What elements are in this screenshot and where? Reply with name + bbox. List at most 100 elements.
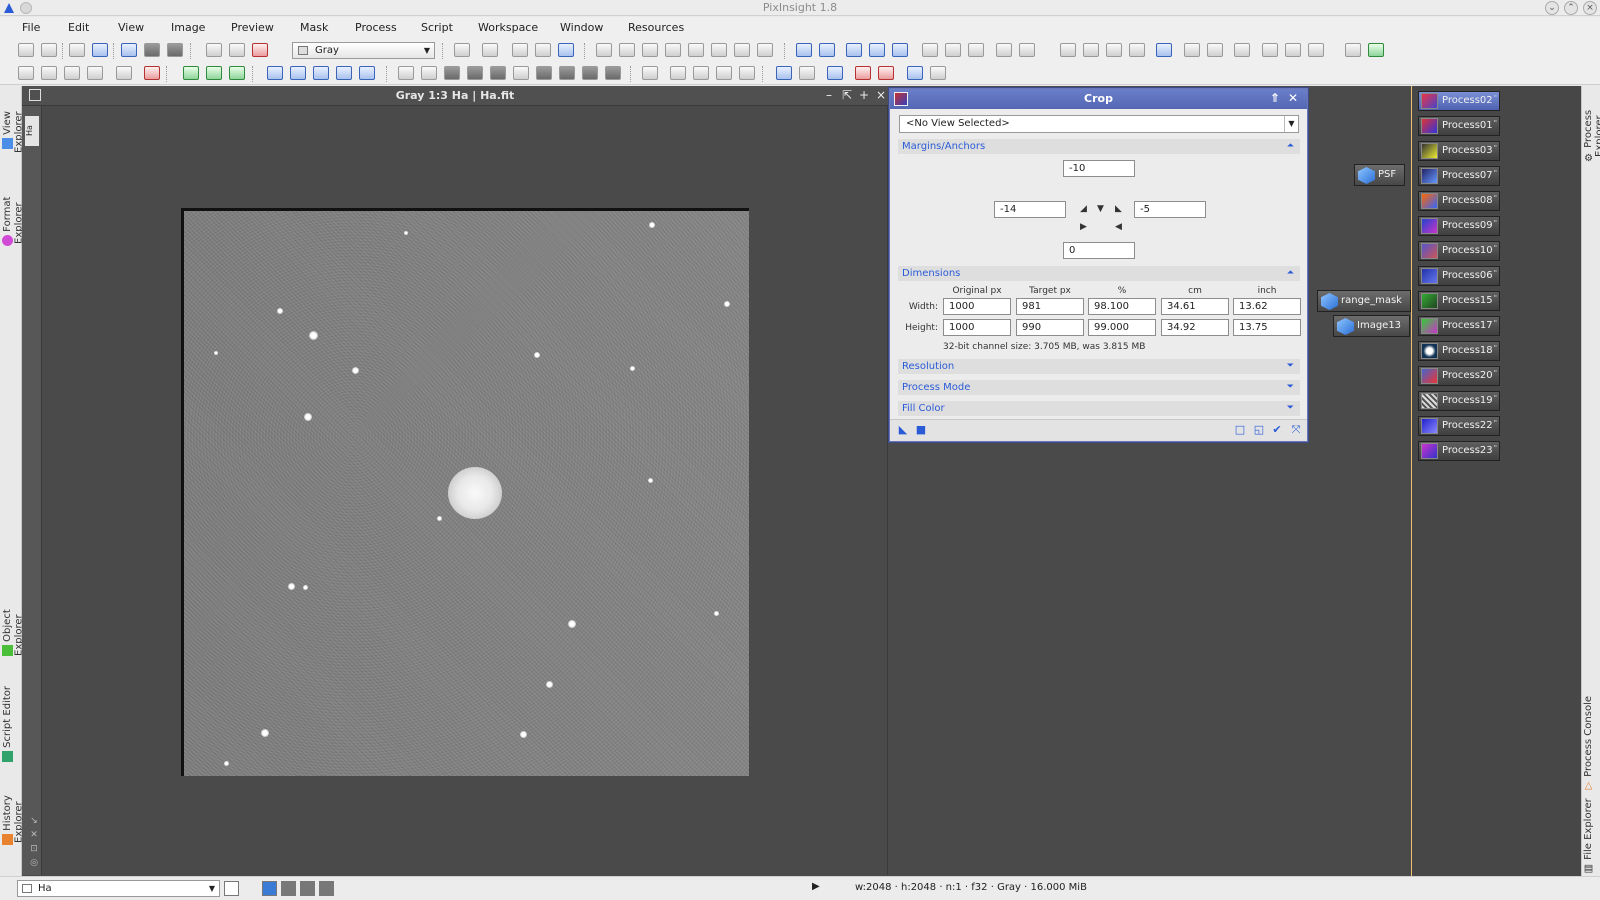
channel-g-icon[interactable] [467,66,483,80]
rgb-mode-icon[interactable] [1368,43,1384,57]
menu-script[interactable]: Script [421,21,453,34]
image-tab-ha[interactable]: Ha [25,116,39,146]
script-run-icon[interactable] [183,66,199,80]
mask-invert-icon[interactable] [1106,43,1122,57]
process-icon-process06[interactable]: Process06 " [1418,266,1500,286]
project-open-icon[interactable] [41,66,57,80]
file-explorer-tab[interactable]: ▤ File Explorer [1583,798,1600,874]
process-icon-process09[interactable]: Process09 " [1418,216,1500,236]
astro-image[interactable] [181,208,749,776]
psf-icon[interactable]: PSF [1354,164,1406,186]
zoom-1-1-icon[interactable] [846,43,862,57]
menu-resources[interactable]: Resources [628,21,684,34]
stf-apply-icon[interactable] [716,66,732,80]
height-cm-field[interactable]: 34.92 [1161,319,1229,336]
close-window-button[interactable]: × [1583,1,1597,15]
process-icon-process03[interactable]: Process03 " [1418,141,1500,161]
minimize-button[interactable]: ⌄ [1545,1,1559,15]
project-close-icon[interactable] [87,66,103,80]
image13-icon[interactable]: Image13 [1333,315,1411,337]
move-icon[interactable] [688,43,704,57]
screen-2-icon[interactable] [799,66,815,80]
process-icon-process07[interactable]: Process07 " [1418,166,1500,186]
resize-icon[interactable]: ↘ [27,814,41,828]
format-explorer-tab[interactable]: Format Explorer [2,178,25,268]
right-margin-field[interactable]: -5 [1134,201,1206,218]
close-dialog-icon[interactable]: ✕ [1286,91,1300,105]
screen-mode-2-icon[interactable] [281,881,296,896]
apply-global-icon[interactable]: ■ [915,424,927,436]
lock-icon[interactable]: ⊡ [27,842,41,856]
view-toggle-icon[interactable] [224,881,239,896]
height-percent-field[interactable]: 99.000 [1088,319,1156,336]
redo-icon[interactable] [41,43,57,57]
zoom-fit-window-icon[interactable] [869,43,885,57]
screen-mode-1-icon[interactable] [262,881,277,896]
fit-view-icon[interactable] [922,43,938,57]
duplicate-icon[interactable] [558,43,574,57]
screen-settings-icon[interactable] [930,66,946,80]
stf-auto-icon[interactable] [642,66,658,80]
dimensions-section[interactable]: Dimensions ⏶ [898,266,1300,281]
top-margin-field[interactable]: -10 [1063,160,1135,177]
channel-mask-icon[interactable] [582,66,598,80]
mirror-horizontal-icon[interactable] [336,66,352,80]
close-image-icon[interactable]: × [874,88,888,102]
copy-icon[interactable] [512,43,528,57]
screen-mode-3-icon[interactable] [300,881,315,896]
zoom-actual-icon[interactable] [892,43,908,57]
margins-anchors-section[interactable]: Margins/Anchors ⏶ [898,139,1300,154]
channel-icon[interactable] [252,43,268,57]
bottom-margin-field[interactable]: 0 [1063,242,1135,259]
view-selector-status[interactable]: Ha ▼ [17,880,220,897]
screen-mode-4-icon[interactable] [319,881,334,896]
reset-icon[interactable]: ⤧ [1290,424,1302,436]
menu-mask[interactable]: Mask [300,21,328,34]
width-inch-field[interactable]: 13.62 [1233,298,1301,315]
zoom-view-icon[interactable] [121,43,137,57]
object-explorer-tab[interactable]: Object Explorer [2,590,25,680]
process-icon-process17[interactable]: Process17 " [1418,316,1500,336]
mask-enable-icon[interactable] [1060,43,1076,57]
process-mode-section[interactable]: Process Mode ⏷ [898,380,1300,395]
menu-window[interactable]: Window [560,21,603,34]
icons-delete-icon[interactable] [144,66,160,80]
maximize-window-icon[interactable]: + [857,88,871,102]
tile-icon[interactable] [996,43,1012,57]
cascade-icon[interactable] [1019,43,1035,57]
screen-5-icon[interactable] [878,66,894,80]
collapse-dialog-icon[interactable]: ⇑ [1268,91,1282,105]
channel-alpha-icon[interactable] [559,66,575,80]
channel-r-icon[interactable] [444,66,460,80]
screen-4-icon[interactable] [855,66,871,80]
height-target-field[interactable]: 990 [1016,319,1084,336]
iconize-window-icon[interactable]: ⇱ [840,88,854,102]
target-icon[interactable]: ◎ [27,856,41,870]
edit-icon[interactable] [734,43,750,57]
project-new-icon[interactable] [18,66,34,80]
preview-delete-icon[interactable] [1262,43,1278,57]
pan-icon[interactable] [665,43,681,57]
window-icon[interactable] [968,43,984,57]
process-icon-process10[interactable]: Process10 " [1418,241,1500,261]
maximize-button[interactable]: ⌃ [1564,1,1578,15]
process-icon-process08[interactable]: Process08 " [1418,191,1500,211]
play-icon[interactable]: ▶ [812,881,820,892]
apply-icon[interactable]: ✔ [1271,424,1283,436]
undo-icon[interactable] [18,43,34,57]
menu-preview[interactable]: Preview [231,21,274,34]
width-original-field[interactable]: 1000 [943,298,1011,315]
zoom-fit-icon[interactable] [619,43,635,57]
process-explorer-tab[interactable]: ⚙ Process Explorer [1583,90,1600,182]
channel-all-icon[interactable] [605,66,621,80]
pointer-icon[interactable] [757,43,773,57]
preview-new-icon[interactable] [1234,43,1250,57]
process-icon-process15[interactable]: Process15 " [1418,291,1500,311]
mask-show-icon[interactable] [1083,43,1099,57]
process-console-tab[interactable]: ▽ Process Console [1583,696,1600,792]
anchor-left-icon[interactable]: ▶ [1080,222,1087,232]
menu-process[interactable]: Process [355,21,397,34]
fit-window-icon[interactable] [945,43,961,57]
readout-cursor-icon[interactable] [596,43,612,57]
screen-6-icon[interactable] [907,66,923,80]
